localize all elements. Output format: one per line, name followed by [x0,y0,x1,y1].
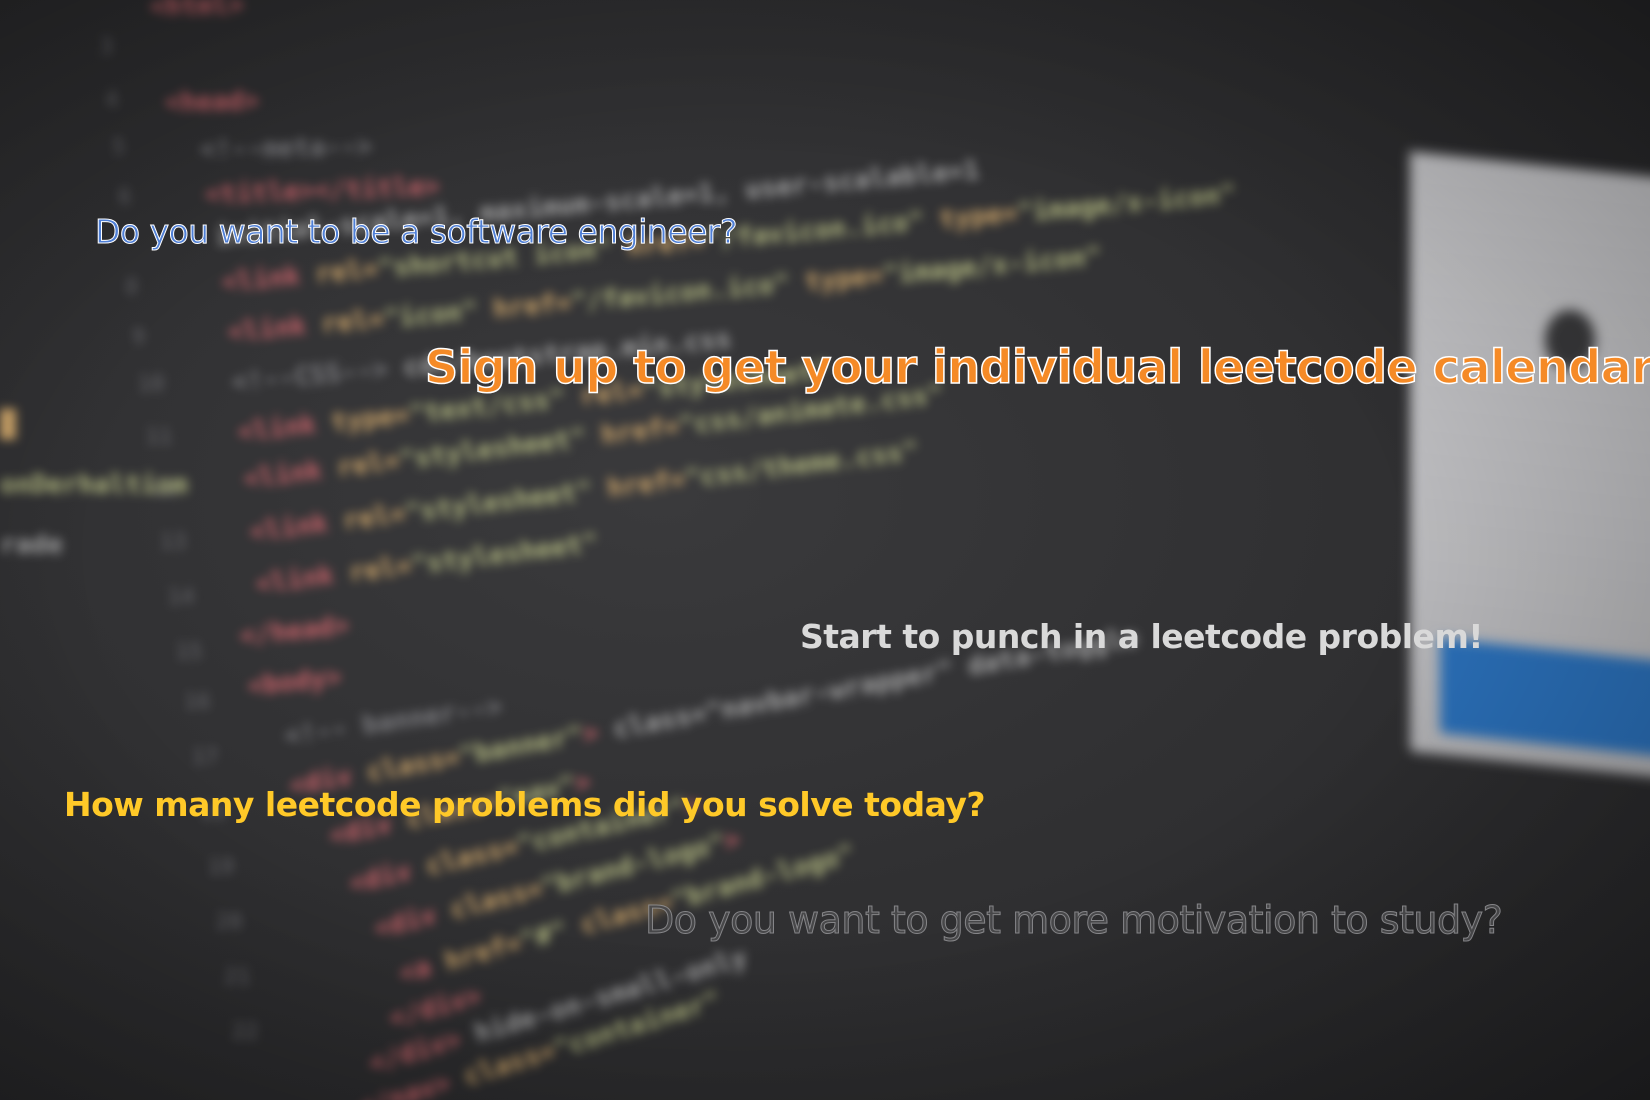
headline-punch-in: Start to punch in a leetcode problem! [800,617,1483,656]
headline-solved-today: How many leetcode problems did you solve… [64,785,986,824]
hero-banner: 3 4 5 6 8 9 10 11 12 13 14 15 16 17 18 1… [0,0,1650,1100]
headline-software-engineer: Do you want to be a software engineer? [95,212,738,252]
headline-motivation: Do you want to get more motivation to st… [644,898,1503,943]
headline-sign-up[interactable]: Sign up to get your individual leetcode … [424,339,1650,395]
